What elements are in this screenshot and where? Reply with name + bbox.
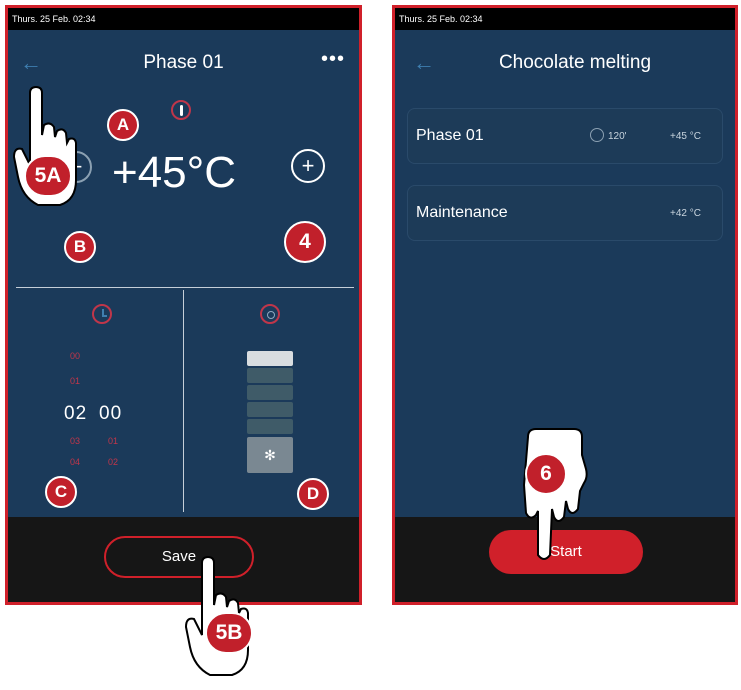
callout-badge-d: D bbox=[297, 478, 329, 510]
phase-temperature: +42 °C bbox=[670, 208, 701, 219]
hour-option[interactable]: 03 bbox=[70, 436, 80, 446]
increase-temperature-button[interactable]: + bbox=[291, 149, 325, 183]
fan-level-segment bbox=[247, 385, 293, 400]
clock-icon bbox=[92, 304, 112, 324]
timer-hours-value[interactable]: 02 bbox=[64, 403, 87, 425]
vertical-divider bbox=[183, 290, 184, 512]
hour-option[interactable]: 04 bbox=[70, 457, 80, 467]
callout-badge-b: B bbox=[64, 231, 96, 263]
page-title: Chocolate melting bbox=[498, 52, 652, 73]
callout-badge-5a: 5A bbox=[24, 155, 72, 197]
thermometer-icon bbox=[171, 100, 191, 120]
hour-option[interactable]: 00 bbox=[70, 351, 80, 361]
minute-option[interactable]: 02 bbox=[108, 457, 118, 467]
fan-level-segment bbox=[247, 419, 293, 434]
phase-label: Maintenance bbox=[416, 204, 508, 221]
phase-card[interactable]: Phase 01 120' +45 °C bbox=[407, 108, 723, 164]
fan-level-segment bbox=[247, 368, 293, 383]
status-bar: Thurs. 25 Feb. 02:34 bbox=[8, 8, 359, 30]
pointing-hand-icon bbox=[522, 428, 588, 560]
fan-level-segment bbox=[247, 351, 293, 366]
callout-badge-6: 6 bbox=[525, 453, 567, 495]
more-options-icon[interactable]: ••• bbox=[321, 48, 345, 71]
minute-option[interactable]: 01 bbox=[108, 436, 118, 446]
phase-temperature: +45 °C bbox=[670, 131, 701, 142]
fan-level-segment bbox=[247, 402, 293, 417]
hour-option[interactable]: 01 bbox=[70, 376, 80, 386]
callout-badge-c: C bbox=[45, 476, 77, 508]
status-bar: Thurs. 25 Feb. 02:34 bbox=[395, 8, 735, 30]
phase-label: Phase 01 bbox=[416, 127, 484, 144]
callout-badge-a: A bbox=[107, 109, 139, 141]
maintenance-card[interactable]: Maintenance +42 °C bbox=[407, 185, 723, 241]
callout-badge-5b: 5B bbox=[205, 612, 253, 654]
timer-minutes-value[interactable]: 00 bbox=[99, 403, 122, 425]
fan-base-icon: ✻ bbox=[247, 437, 293, 473]
fan-icon bbox=[260, 304, 280, 324]
phase-duration: 120' bbox=[608, 131, 627, 142]
clock-icon bbox=[590, 128, 604, 142]
callout-badge-4: 4 bbox=[284, 221, 326, 263]
horizontal-divider bbox=[16, 287, 354, 288]
temperature-value: +45°C bbox=[112, 148, 237, 197]
page-title: Phase 01 bbox=[143, 52, 224, 73]
